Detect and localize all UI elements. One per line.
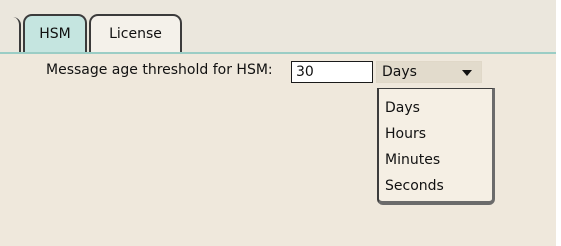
dropdown-option-days[interactable]: Days: [379, 95, 492, 121]
dropdown-option-seconds[interactable]: Seconds: [379, 173, 492, 199]
threshold-label: Message age threshold for HSM:: [46, 62, 273, 78]
tab-strip: HSM License: [0, 0, 556, 54]
threshold-input[interactable]: [291, 61, 373, 83]
unit-dropdown-list: Days Hours Minutes Seconds: [377, 88, 495, 205]
window-edge: [556, 0, 561, 246]
dropdown-option-minutes[interactable]: Minutes: [379, 147, 492, 173]
dropdown-option-hours[interactable]: Hours: [379, 121, 492, 147]
chevron-down-icon[interactable]: [462, 70, 472, 76]
tab-license[interactable]: License: [89, 14, 182, 54]
previous-tab-edge[interactable]: [13, 17, 21, 53]
unit-select-value: Days: [382, 64, 417, 80]
tab-hsm[interactable]: HSM: [23, 14, 87, 54]
unit-select[interactable]: Days: [376, 61, 482, 83]
